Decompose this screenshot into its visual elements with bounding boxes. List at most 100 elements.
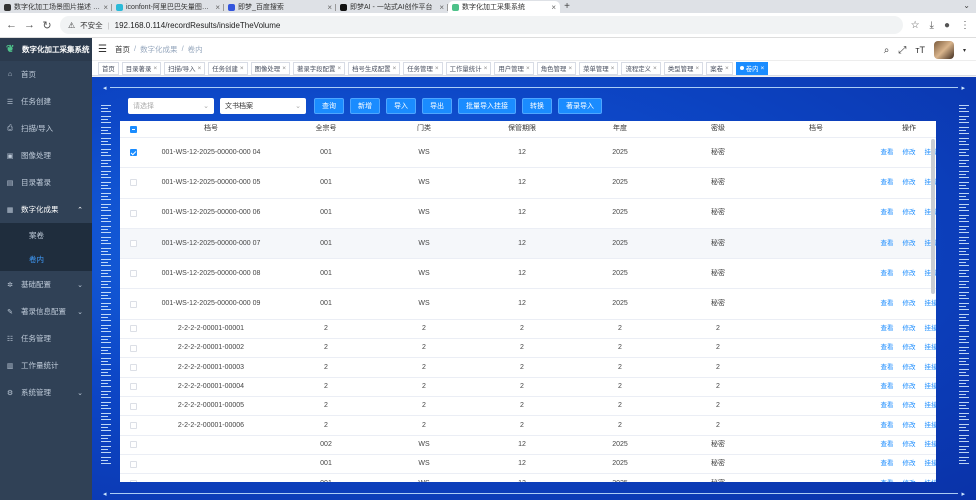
edit-link[interactable]: 修改 <box>903 363 916 373</box>
browser-tab[interactable]: 数字化加工采集系统 × <box>448 1 560 13</box>
caret-down-icon[interactable]: ▾ <box>963 47 966 54</box>
more-icon[interactable]: ⋮ <box>960 20 970 31</box>
select-all-checkbox[interactable] <box>129 125 137 133</box>
browser-tab[interactable]: 即梦AI - 一站式AI创作平台 × <box>336 1 448 13</box>
view-link[interactable]: 查看 <box>881 382 894 392</box>
import-button[interactable]: 导入 <box>386 98 416 114</box>
url-field[interactable]: ⚠ 不安全 | 192.168.0.114/recordResults/insi… <box>60 16 903 34</box>
sidebar-item[interactable]: ✲ 基础配置 ⌄ <box>0 271 92 298</box>
close-icon[interactable]: × <box>153 65 157 72</box>
row-checkbox[interactable] <box>129 441 137 449</box>
sidebar-item[interactable]: ⚙ 系统管理 ⌄ <box>0 379 92 406</box>
close-icon[interactable]: × <box>337 65 341 72</box>
row-checkbox[interactable] <box>129 479 137 482</box>
close-icon[interactable]: × <box>526 65 530 72</box>
attach-link[interactable]: 挂接 <box>925 440 937 450</box>
tab-search-icon[interactable]: ⌄ <box>963 1 970 10</box>
close-icon[interactable]: × <box>435 65 439 72</box>
view-link[interactable]: 查看 <box>881 479 894 482</box>
tag-item[interactable]: 菜单管理 × <box>579 61 619 75</box>
row-checkbox[interactable] <box>129 402 137 410</box>
view-link[interactable]: 查看 <box>881 178 894 188</box>
record-import-button[interactable]: 著录导入 <box>558 98 602 114</box>
table-scrollbar[interactable] <box>931 139 935 294</box>
add-button[interactable]: 新增 <box>350 98 380 114</box>
view-link[interactable]: 查看 <box>881 440 894 450</box>
font-size-icon[interactable]: ᴛT <box>915 45 925 55</box>
view-link[interactable]: 查看 <box>881 363 894 373</box>
attach-link[interactable]: 挂接 <box>925 401 937 411</box>
row-checkbox[interactable] <box>129 240 137 248</box>
tag-item[interactable]: 流程定义 × <box>621 61 661 75</box>
edit-link[interactable]: 修改 <box>903 479 916 482</box>
sidebar-item[interactable]: ✎ 著录信息配置 ⌄ <box>0 298 92 325</box>
attach-link[interactable]: 挂接 <box>925 343 937 353</box>
view-link[interactable]: 查看 <box>881 299 894 309</box>
tag-item[interactable]: 首页 <box>98 61 119 75</box>
avatar[interactable] <box>933 41 954 59</box>
attach-link[interactable]: 挂接 <box>925 479 937 482</box>
view-link[interactable]: 查看 <box>881 324 894 334</box>
sidebar-item[interactable]: ▤ 目录著录 <box>0 169 92 196</box>
browser-tab[interactable]: 数字化加工场景图片描述 - 豆包× <box>0 1 112 13</box>
close-icon[interactable]: × <box>695 65 699 72</box>
sidebar-item[interactable]: ▥ 工作量统计 <box>0 352 92 379</box>
edit-link[interactable]: 修改 <box>903 148 916 158</box>
edit-link[interactable]: 修改 <box>903 269 916 279</box>
attach-link[interactable]: 挂接 <box>925 363 937 373</box>
tab-close-icon[interactable]: × <box>215 3 220 12</box>
row-checkbox[interactable] <box>129 460 137 468</box>
edit-link[interactable]: 修改 <box>903 421 916 431</box>
browser-tab[interactable]: iconfont-阿里巴巴矢量图标库 × <box>112 1 224 13</box>
breadcrumb-item[interactable]: 首页 <box>115 44 130 55</box>
query-button[interactable]: 查询 <box>314 98 344 114</box>
profile-icon[interactable]: ● <box>944 20 950 31</box>
view-link[interactable]: 查看 <box>881 459 894 469</box>
edit-link[interactable]: 修改 <box>903 459 916 469</box>
edit-link[interactable]: 修改 <box>903 324 916 334</box>
edit-link[interactable]: 修改 <box>903 178 916 188</box>
tab-close-icon[interactable]: × <box>439 3 444 12</box>
edit-link[interactable]: 修改 <box>903 401 916 411</box>
edit-link[interactable]: 修改 <box>903 440 916 450</box>
close-icon[interactable]: × <box>568 65 572 72</box>
row-checkbox[interactable] <box>129 179 137 187</box>
close-icon[interactable]: × <box>484 65 488 72</box>
edit-link[interactable]: 修改 <box>903 382 916 392</box>
attach-link[interactable]: 挂接 <box>925 382 937 392</box>
row-checkbox[interactable] <box>129 344 137 352</box>
tag-item[interactable]: 角色管理 × <box>536 61 577 75</box>
sidebar-item[interactable]: ▣ 图像处理 <box>0 142 92 169</box>
tag-item[interactable]: 档号生成配置 × <box>348 61 401 75</box>
star-icon[interactable]: ☆ <box>911 20 920 31</box>
row-checkbox[interactable] <box>129 270 137 278</box>
sidebar-item[interactable]: ☰ 任务创建 <box>0 88 92 115</box>
export-button[interactable]: 导出 <box>422 98 452 114</box>
view-link[interactable]: 查看 <box>881 401 894 411</box>
tag-item[interactable]: 卷内 × <box>735 61 769 75</box>
attach-link[interactable]: 挂接 <box>925 459 937 469</box>
row-checkbox[interactable] <box>129 421 137 429</box>
tag-item[interactable]: 目录著录 × <box>121 61 162 75</box>
hamburger-icon[interactable]: ☰ <box>98 44 107 55</box>
close-icon[interactable]: × <box>282 65 286 72</box>
tab-close-icon[interactable]: × <box>103 3 108 12</box>
attach-link[interactable]: 挂接 <box>925 421 937 431</box>
sidebar-subitem[interactable]: 案卷 <box>0 223 92 247</box>
close-icon[interactable]: × <box>653 65 657 72</box>
tag-item[interactable]: 著录字段配置 × <box>293 61 346 75</box>
attach-link[interactable]: 挂接 <box>925 299 937 309</box>
filter-select[interactable]: 请选择 ⌄ <box>128 98 214 114</box>
row-checkbox[interactable] <box>129 364 137 372</box>
tab-close-icon[interactable]: × <box>551 3 556 12</box>
close-icon[interactable]: × <box>392 65 396 72</box>
row-checkbox[interactable] <box>129 325 137 333</box>
close-icon[interactable]: × <box>761 65 765 72</box>
tag-item[interactable]: 扫描/导入 × <box>164 61 206 75</box>
tag-item[interactable]: 任务管理 × <box>403 61 443 75</box>
back-icon[interactable]: ← <box>6 19 17 31</box>
row-checkbox[interactable] <box>129 209 137 217</box>
sidebar-item[interactable]: ⎙ 扫描/导入 <box>0 115 92 142</box>
download-icon[interactable]: ⤓ <box>930 20 934 31</box>
sidebar-item[interactable]: ⌂ 首页 <box>0 61 92 88</box>
